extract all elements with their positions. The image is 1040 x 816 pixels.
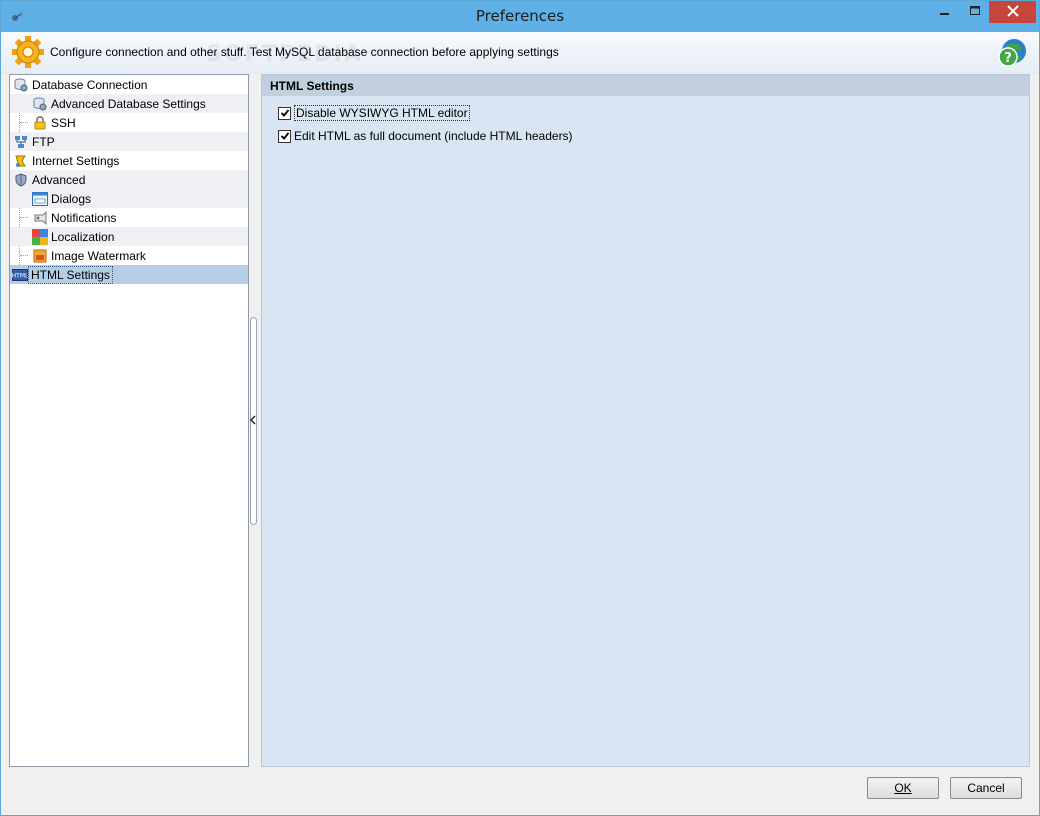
tree-item-advanced-database-settings[interactable]: Advanced Database Settings (10, 94, 248, 113)
image-icon (32, 248, 48, 264)
maximize-icon (970, 5, 980, 19)
window-title: Preferences (475, 7, 565, 25)
localization-icon (32, 228, 48, 245)
notification-icon (32, 210, 48, 226)
close-button[interactable] (989, 1, 1036, 23)
network-icon (13, 134, 29, 150)
dialog-icon (32, 191, 48, 207)
preferences-tree[interactable]: Database Connection Advanced Database Se… (9, 74, 249, 767)
disable-wysiwyg-checkbox-row[interactable]: Disable WYSIWYG HTML editor (278, 105, 470, 121)
tree-item-advanced[interactable]: Advanced (10, 170, 248, 189)
tree-item-label: Notifications (51, 210, 117, 225)
help-icon[interactable]: ? (995, 36, 1029, 70)
tree-item-label: Dialogs (51, 191, 92, 206)
tree-item-label: HTML Settings (28, 265, 113, 284)
svg-text:HTML: HTML (12, 272, 28, 279)
title-bar[interactable]: Preferences (1, 1, 1039, 32)
ok-button-label: OK (894, 781, 912, 795)
edit-full-document-checkbox[interactable] (278, 129, 291, 143)
maximize-button[interactable] (961, 1, 989, 23)
edit-full-document-label[interactable]: Edit HTML as full document (include HTML… (294, 129, 573, 143)
lock-icon (32, 115, 48, 131)
tree-item-label: Image Watermark (51, 248, 146, 263)
chevron-left-icon[interactable] (249, 415, 256, 428)
panel-header: HTML Settings (262, 75, 1029, 96)
panel-title: HTML Settings (270, 79, 354, 93)
cancel-button-label: Cancel (967, 781, 1005, 795)
settings-panel: HTML Settings Disable WYSIWYG HTML edito… (261, 74, 1030, 767)
tree-item-label: Advanced (32, 172, 86, 187)
preferences-window: Preferences SOFTPEDIA Configure connecti… (0, 0, 1040, 816)
tree-item-label: FTP (32, 134, 55, 149)
tree-item-ftp[interactable]: FTP (10, 132, 248, 151)
tree-item-internet-settings[interactable]: Internet Settings (10, 151, 248, 170)
splitter[interactable] (249, 74, 261, 767)
tree-item-label: Internet Settings (32, 153, 120, 168)
edit-full-document-checkbox-row[interactable]: Edit HTML as full document (include HTML… (278, 129, 573, 143)
tree-item-label: Database Connection (32, 77, 148, 92)
tree-item-image-watermark[interactable]: Image Watermark (10, 246, 248, 265)
tree-item-html-settings[interactable]: HTML HTML Settings (10, 265, 248, 284)
tree-item-database-connection[interactable]: Database Connection (10, 75, 248, 94)
internet-icon (13, 153, 29, 169)
tree-item-notifications[interactable]: Notifications (10, 208, 248, 227)
cancel-button[interactable]: Cancel (950, 777, 1022, 799)
tree-item-label: SSH (51, 115, 76, 130)
database-icon (13, 77, 29, 93)
ok-button[interactable]: OK (867, 777, 939, 799)
tree-item-localization[interactable]: Localization (10, 227, 248, 246)
tree-item-dialogs[interactable]: Dialogs (10, 189, 248, 208)
header-bar: SOFTPEDIA Configure connection and other… (1, 32, 1039, 74)
disable-wysiwyg-checkbox[interactable] (278, 106, 291, 120)
html-icon: HTML (12, 267, 28, 283)
header-description: Configure connection and other stuff. Te… (50, 45, 559, 59)
minimize-icon (940, 5, 950, 19)
gear-icon (11, 35, 45, 69)
minimize-button[interactable] (931, 1, 959, 23)
tree-item-label: Localization (51, 229, 115, 244)
tree-item-label: Advanced Database Settings (51, 96, 206, 111)
tree-item-ssh[interactable]: SSH (10, 113, 248, 132)
shield-icon (13, 172, 29, 188)
database-settings-icon (32, 96, 48, 112)
svg-text:?: ? (1004, 51, 1012, 66)
close-icon (1006, 4, 1019, 20)
disable-wysiwyg-label[interactable]: Disable WYSIWYG HTML editor (294, 105, 470, 121)
